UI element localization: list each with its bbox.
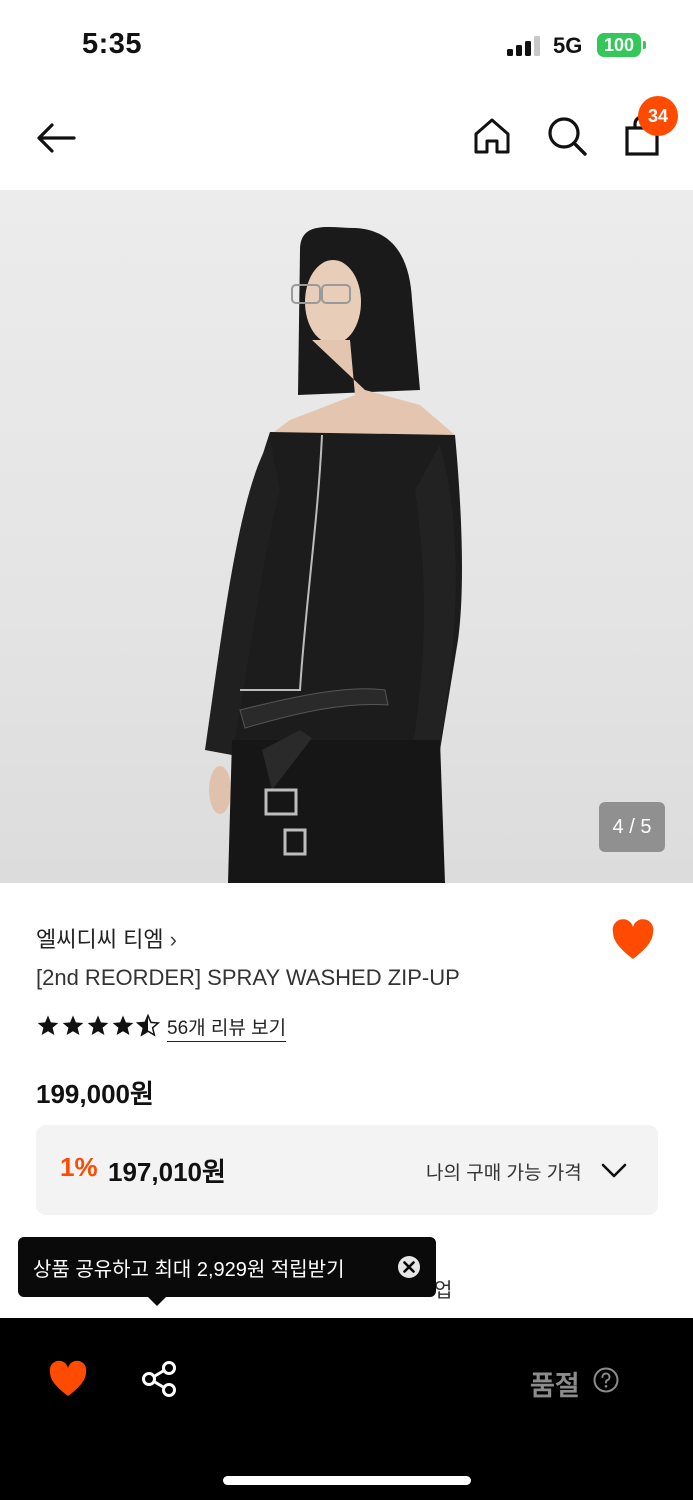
status-time: 5:35 <box>82 28 143 60</box>
brand-link[interactable]: 엘씨디씨 티엠 › <box>36 922 177 954</box>
image-counter: 4 / 5 <box>599 802 665 852</box>
close-icon[interactable] <box>397 1255 421 1279</box>
share-icon[interactable] <box>140 1360 178 1398</box>
battery-icon: 100 <box>597 33 647 59</box>
discount-rate: 1% <box>60 1152 98 1182</box>
model-illustration <box>205 227 462 883</box>
bottom-action-bar <box>0 1318 693 1500</box>
product-image[interactable] <box>0 190 693 883</box>
product-name: [2nd REORDER] SPRAY WASHED ZIP-UP <box>36 965 460 990</box>
brand-name: 엘씨디씨 티엠 <box>36 927 164 952</box>
home-indicator <box>223 1476 471 1485</box>
help-icon[interactable] <box>593 1367 619 1393</box>
my-price: 197,010원 <box>108 1157 226 1187</box>
rating-stars <box>37 1014 160 1036</box>
my-price-label: 나의 구매 가능 가격 <box>426 1163 582 1184</box>
tooltip-arrow <box>147 1296 167 1306</box>
review-link[interactable]: 56개 리뷰 보기 <box>167 1013 287 1042</box>
chevron-down-icon[interactable] <box>600 1158 628 1182</box>
heart-icon[interactable] <box>48 1360 88 1398</box>
network-label: 5G <box>553 33 583 58</box>
search-icon[interactable] <box>545 114 589 158</box>
partial-text: 업 <box>434 1280 453 1302</box>
signal-icon <box>507 36 540 56</box>
back-arrow-icon[interactable] <box>30 112 82 164</box>
soldout-label: 품절 <box>530 1371 580 1401</box>
chevron-right-icon: › <box>169 927 177 952</box>
heart-icon[interactable] <box>610 918 656 962</box>
cart-count-badge: 34 <box>638 96 678 136</box>
original-price: 199,000원 <box>36 1079 154 1109</box>
tooltip-text: 상품 공유하고 최대 2,929원 적립받기 <box>33 1259 345 1281</box>
home-icon[interactable] <box>470 114 514 158</box>
battery-level: 100 <box>603 35 635 55</box>
